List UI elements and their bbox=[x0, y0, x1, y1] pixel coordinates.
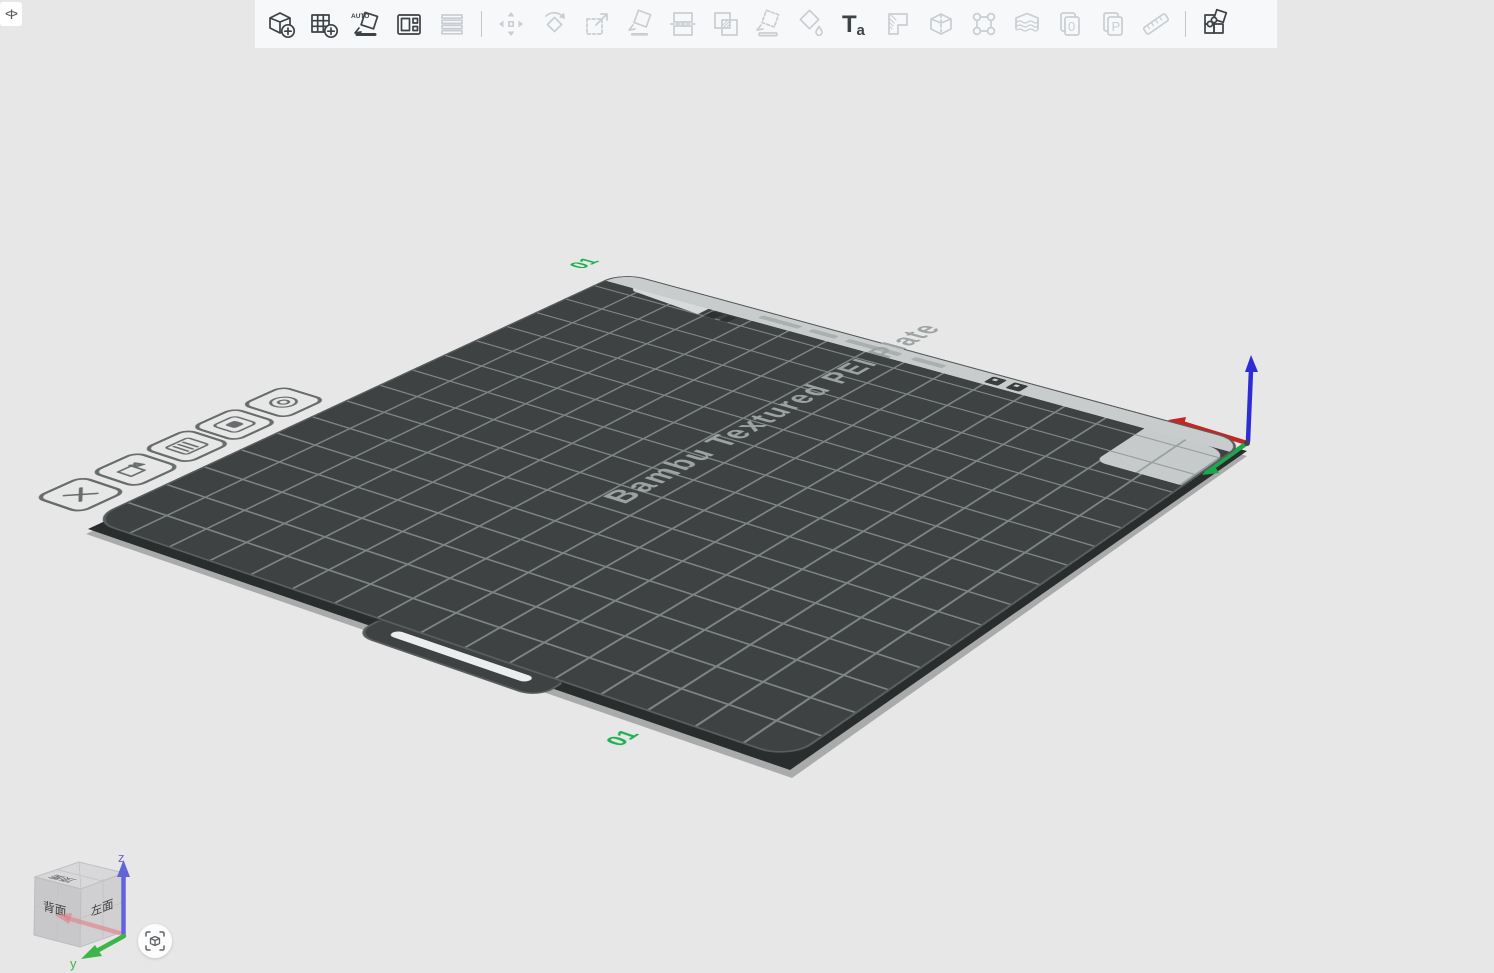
split-to-objects-icon bbox=[441, 14, 463, 35]
variable-layer-height-button[interactable] bbox=[1010, 7, 1044, 41]
assembly-view-button[interactable] bbox=[1198, 7, 1232, 41]
auto-orient-icon: AUTO bbox=[351, 11, 379, 36]
svg-text:0: 0 bbox=[1068, 19, 1075, 34]
move-icon bbox=[499, 12, 523, 36]
svg-text:a: a bbox=[857, 22, 866, 39]
primitive-part-button[interactable]: P bbox=[1096, 7, 1130, 41]
main-toolbar: AUTO Ta 0 P bbox=[255, 0, 1277, 48]
color-painting-icon bbox=[799, 9, 823, 37]
plate-settings-icon bbox=[245, 388, 322, 417]
place-on-face-button[interactable] bbox=[623, 7, 657, 41]
cut-tool-icon bbox=[930, 13, 952, 35]
text-tool-button[interactable]: Ta bbox=[838, 7, 872, 41]
build-plate-plane: Bambu Textured PEI Plate 01 01 bbox=[0, 248, 1346, 859]
drop-to-bed-icon bbox=[756, 9, 780, 37]
cut-horizontal-button[interactable] bbox=[666, 7, 700, 41]
negative-part-icon: 0 bbox=[1060, 12, 1080, 36]
move-button[interactable] bbox=[494, 7, 528, 41]
svg-text:P: P bbox=[1112, 19, 1121, 34]
rotate-icon bbox=[545, 12, 565, 33]
delete-plate-icon bbox=[39, 478, 122, 511]
drop-to-bed-button[interactable] bbox=[752, 7, 786, 41]
seam-painting-icon bbox=[972, 12, 996, 36]
plate-handle-tab bbox=[352, 619, 565, 699]
assembly-view-icon bbox=[1204, 8, 1228, 34]
seam-painting-button[interactable] bbox=[967, 7, 1001, 41]
toolbar-separator bbox=[1185, 11, 1186, 37]
arrange-all-button[interactable] bbox=[392, 7, 426, 41]
plate-mark bbox=[703, 311, 724, 319]
plate-qr-mark bbox=[1005, 382, 1029, 392]
support-painting-icon bbox=[888, 13, 908, 35]
collapse-glyph: <|> bbox=[5, 8, 18, 20]
plate-handle-slot bbox=[387, 630, 535, 683]
negative-part-button[interactable]: 0 bbox=[1053, 7, 1087, 41]
primitive-part-icon: P bbox=[1103, 12, 1123, 36]
plate-number: 01 bbox=[562, 255, 605, 271]
color-painting-button[interactable] bbox=[795, 7, 829, 41]
sidebar-collapse-toggle[interactable]: <|> bbox=[0, 2, 22, 26]
split-to-objects-button[interactable] bbox=[435, 7, 469, 41]
cut-horizontal-icon bbox=[670, 12, 696, 36]
mesh-boolean-button[interactable] bbox=[709, 7, 743, 41]
measure-icon bbox=[1142, 13, 1170, 35]
orient-plate-icon bbox=[95, 454, 176, 486]
measure-button[interactable] bbox=[1139, 7, 1173, 41]
plate-number: 01 bbox=[599, 727, 645, 749]
mesh-boolean-icon bbox=[714, 12, 738, 36]
add-plate-icon bbox=[311, 14, 339, 39]
scale-icon bbox=[586, 13, 608, 35]
viewport-3d[interactable]: Bambu Textured PEI Plate 01 01 顶面 背面 左面 … bbox=[0, 0, 1494, 973]
plate-back-strip bbox=[606, 273, 1244, 452]
auto-orient-button[interactable]: AUTO bbox=[349, 7, 383, 41]
add-model-button[interactable] bbox=[263, 7, 297, 41]
plate-brand-text: Bambu Textured PEI Plate bbox=[595, 320, 950, 507]
toolbar-separator bbox=[481, 11, 482, 37]
add-plate-button[interactable] bbox=[306, 7, 340, 41]
plate-qr-mark bbox=[983, 376, 1008, 386]
text-tool-icon: Ta bbox=[842, 11, 866, 39]
place-on-face-icon bbox=[628, 9, 652, 36]
fit-view-icon bbox=[145, 931, 165, 951]
y-axis-label: y bbox=[70, 956, 77, 971]
build-plate[interactable]: Bambu Textured PEI Plate bbox=[87, 272, 1247, 760]
svg-text:AUTO: AUTO bbox=[351, 13, 369, 20]
svg-text:T: T bbox=[842, 11, 857, 38]
plate-mark bbox=[719, 315, 737, 323]
z-axis-label: z bbox=[118, 850, 125, 865]
rotate-button[interactable] bbox=[537, 7, 571, 41]
cut-tool-button[interactable] bbox=[924, 7, 958, 41]
fit-view-button[interactable] bbox=[138, 924, 172, 958]
support-painting-button[interactable] bbox=[881, 7, 915, 41]
arrange-all-icon bbox=[397, 14, 421, 35]
variable-layer-height-icon bbox=[1015, 12, 1039, 32]
scale-button[interactable] bbox=[580, 7, 614, 41]
add-model-icon bbox=[269, 12, 296, 39]
